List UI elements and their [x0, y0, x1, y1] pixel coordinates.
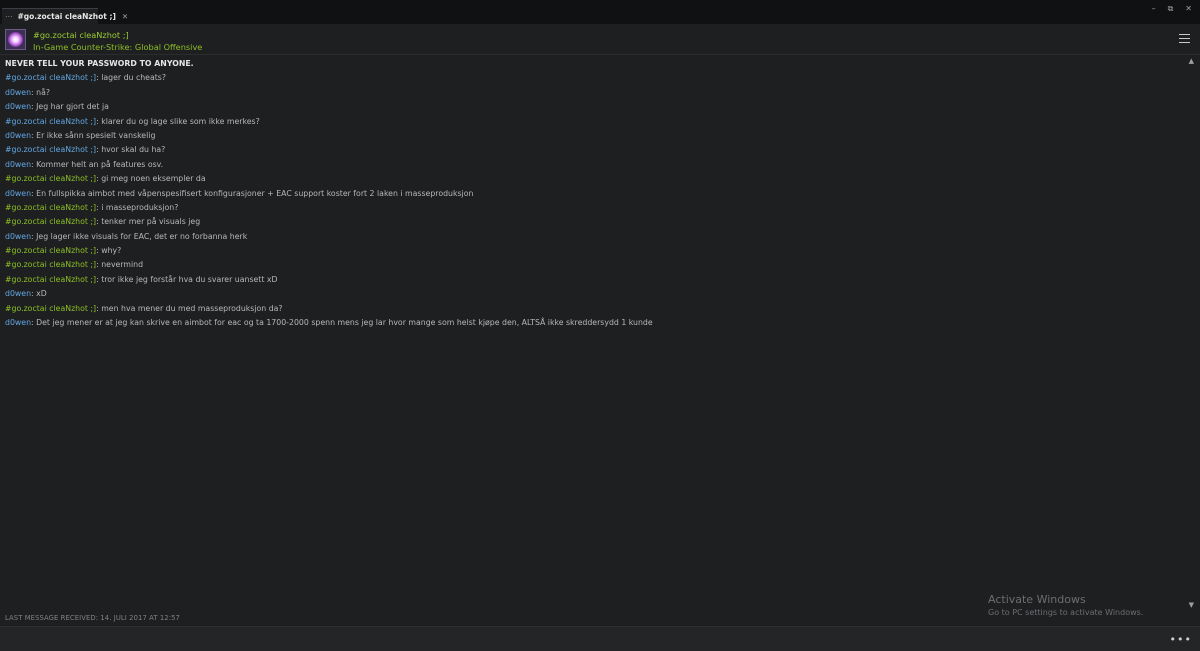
chat-message: #go.zoctai cleaNzhot ;]: i masseproduksj… — [5, 203, 1175, 217]
hamburger-menu-icon[interactable] — [1179, 34, 1190, 43]
tab-menu-icon[interactable]: ⋯ — [5, 12, 14, 21]
minimize-icon[interactable]: – — [1152, 4, 1156, 14]
message-sender[interactable]: d0wen — [5, 160, 31, 169]
message-text: : tenker mer på visuals jeg — [96, 217, 201, 227]
message-text: : En fullspikka aimbot med våpenspesifis… — [31, 188, 474, 198]
chat-tab[interactable]: ⋯ #go.zoctai cleaNzhot ;] ✕ — [2, 8, 128, 24]
chat-message: d0wen: xD — [5, 289, 1175, 303]
chat-message: #go.zoctai cleaNzhot ;]: nevermind — [5, 260, 1175, 274]
chat-message: d0wen: Er ikke sånn spesielt vanskelig — [5, 131, 1175, 145]
message-text: : Jeg har gjort det ja — [31, 102, 109, 112]
message-text: : Er ikke sånn spesielt vanskelig — [31, 130, 156, 140]
chat-header: #go.zoctai cleaNzhot ;] In-Game Counter-… — [0, 24, 1200, 55]
message-sender[interactable]: d0wen — [5, 189, 31, 198]
message-input-bar: ••• — [0, 626, 1200, 651]
scroll-down-icon[interactable]: ▼ — [1189, 601, 1194, 609]
scroll-up-icon[interactable]: ▲ — [1189, 57, 1194, 65]
message-text: : Kommer helt an på features osv. — [31, 159, 164, 169]
message-list: NEVER TELL YOUR PASSWORD TO ANYONE. #go.… — [5, 59, 1175, 332]
avatar[interactable] — [5, 29, 26, 50]
chat-message: #go.zoctai cleaNzhot ;]: gi meg noen eks… — [5, 174, 1175, 188]
message-sender[interactable]: #go.zoctai cleaNzhot ;] — [5, 117, 96, 126]
message-text: : Det jeg mener er at jeg kan skrive en … — [31, 318, 653, 328]
maximize-icon[interactable]: ⧉ — [1168, 4, 1174, 14]
close-icon[interactable]: ✕ — [1185, 4, 1192, 14]
chat-message: #go.zoctai cleaNzhot ;]: men hva mener d… — [5, 304, 1175, 318]
message-text: : why? — [96, 246, 122, 256]
message-sender[interactable]: #go.zoctai cleaNzhot ;] — [5, 217, 96, 226]
message-sender[interactable]: #go.zoctai cleaNzhot ;] — [5, 73, 96, 82]
message-text: : gi meg noen eksempler da — [96, 174, 206, 184]
more-options-icon[interactable]: ••• — [1170, 633, 1192, 646]
activation-watermark-title: Activate Windows — [988, 593, 1086, 606]
chat-message: #go.zoctai cleaNzhot ;]: why? — [5, 246, 1175, 260]
chat-message: d0wen: nå? — [5, 88, 1175, 102]
friend-name[interactable]: #go.zoctai cleaNzhot ;] — [33, 30, 129, 40]
message-text: : lager du cheats? — [96, 73, 167, 83]
chat-message: #go.zoctai cleaNzhot ;]: klarer du og la… — [5, 117, 1175, 131]
last-message-received: LAST MESSAGE RECEIVED: 14. JULI 2017 AT … — [5, 614, 180, 622]
message-text: : i masseproduksjon? — [96, 202, 179, 212]
chat-message: d0wen: Jeg har gjort det ja — [5, 102, 1175, 116]
tab-title: #go.zoctai cleaNzhot ;] — [17, 12, 116, 21]
chat-message: #go.zoctai cleaNzhot ;]: hvor skal du ha… — [5, 145, 1175, 159]
message-sender[interactable]: d0wen — [5, 88, 31, 97]
message-sender[interactable]: #go.zoctai cleaNzhot ;] — [5, 260, 96, 269]
message-sender[interactable]: #go.zoctai cleaNzhot ;] — [5, 145, 96, 154]
message-sender[interactable]: d0wen — [5, 102, 31, 111]
message-text: : xD — [31, 289, 47, 299]
message-sender[interactable]: d0wen — [5, 131, 31, 140]
title-bar: ⋯ #go.zoctai cleaNzhot ;] ✕ – ⧉ ✕ — [0, 0, 1200, 24]
message-sender[interactable]: #go.zoctai cleaNzhot ;] — [5, 203, 96, 212]
window-controls: – ⧉ ✕ — [1152, 4, 1192, 14]
security-notice: NEVER TELL YOUR PASSWORD TO ANYONE. — [5, 59, 194, 68]
message-sender[interactable]: #go.zoctai cleaNzhot ;] — [5, 304, 96, 313]
chat-message: d0wen: En fullspikka aimbot med våpenspe… — [5, 189, 1175, 203]
message-sender[interactable]: #go.zoctai cleaNzhot ;] — [5, 174, 96, 183]
message-text: : Jeg lager ikke visuals for EAC, det er… — [31, 231, 248, 241]
avatar-image — [8, 32, 23, 47]
chat-message: #go.zoctai cleaNzhot ;]: tror ikke jeg f… — [5, 275, 1175, 289]
message-sender[interactable]: #go.zoctai cleaNzhot ;] — [5, 275, 96, 284]
message-input[interactable] — [0, 627, 1160, 651]
message-text: : nevermind — [96, 260, 144, 270]
message-text: : klarer du og lage slike som ikke merke… — [96, 116, 260, 126]
chat-message: d0wen: Jeg lager ikke visuals for EAC, d… — [5, 232, 1175, 246]
message-text: : hvor skal du ha? — [96, 145, 166, 155]
message-sender[interactable]: #go.zoctai cleaNzhot ;] — [5, 246, 96, 255]
chat-message: d0wen: Det jeg mener er at jeg kan skriv… — [5, 318, 1175, 332]
message-sender[interactable]: d0wen — [5, 232, 31, 241]
chat-message: #go.zoctai cleaNzhot ;]: tenker mer på v… — [5, 217, 1175, 231]
chat-message: d0wen: Kommer helt an på features osv. — [5, 160, 1175, 174]
tab-close-icon[interactable]: ✕ — [122, 12, 128, 21]
message-text: : tror ikke jeg forstår hva du svarer ua… — [96, 274, 278, 284]
chat-message: #go.zoctai cleaNzhot ;]: lager du cheats… — [5, 73, 1175, 87]
activation-watermark-subtitle: Go to PC settings to activate Windows. — [988, 608, 1144, 617]
friend-status: In-Game Counter-Strike: Global Offensive — [33, 42, 203, 52]
message-text: : nå? — [31, 87, 50, 97]
message-text: : men hva mener du med masseproduksjon d… — [96, 303, 283, 313]
message-sender[interactable]: d0wen — [5, 289, 31, 298]
message-sender[interactable]: d0wen — [5, 318, 31, 327]
